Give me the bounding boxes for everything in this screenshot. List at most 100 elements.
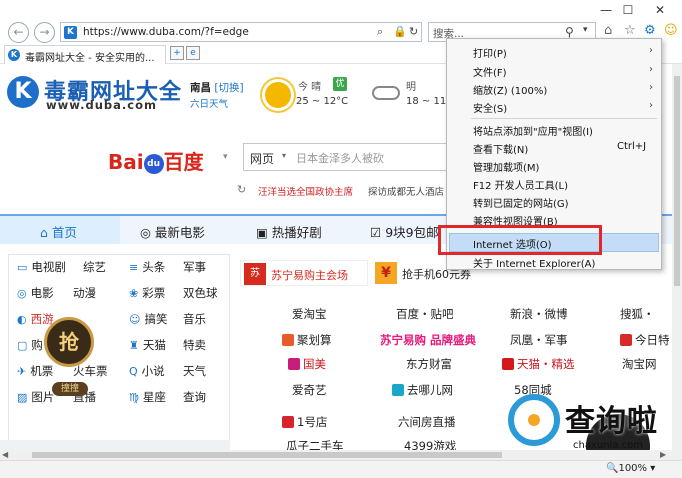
link-tv[interactable]: ▭ 电视剧	[17, 259, 66, 275]
menu-item-file[interactable]: 文件(F)	[473, 64, 507, 79]
refresh-icon[interactable]: ↻	[409, 25, 418, 38]
search-icon[interactable]: ⚲	[565, 25, 574, 39]
scroll-left-icon[interactable]: ◀	[2, 450, 8, 459]
hot-link-2[interactable]: 探访成都无人酒店	[368, 184, 444, 198]
menu-item-downloads[interactable]: 查看下载(N)	[473, 141, 528, 156]
tab-movies[interactable]: ◎ 最新电影	[140, 222, 205, 241]
minimize-button[interactable]: —	[594, 2, 618, 18]
star-icon[interactable]: ☆	[624, 23, 636, 38]
tab-duba[interactable]: K 毒霸网址大全 - 安全实用的...	[4, 45, 166, 64]
site-sohu[interactable]: 搜狐・	[620, 306, 655, 322]
site-eastmoney[interactable]: 东方财富	[406, 356, 452, 372]
promo-suning[interactable]: 苏 苏宁易购主会场	[240, 260, 368, 286]
menu-item-addons[interactable]: 管理加载项(M)	[473, 159, 539, 174]
link-train[interactable]: 火车票	[73, 363, 108, 379]
site-weibo[interactable]: 新浪・微博	[510, 306, 568, 322]
site-6rooms[interactable]: 六间房直播	[398, 414, 456, 430]
forecast-link[interactable]: 六日天气	[190, 96, 228, 110]
link-horoscope[interactable]: ♍ 星座	[129, 389, 166, 405]
ie-icon[interactable]: e	[186, 46, 200, 60]
vertical-scroll-thumb[interactable]	[674, 76, 680, 286]
link-military[interactable]: 军事	[183, 259, 206, 275]
link-headlines[interactable]: ≡ 头条	[129, 259, 165, 275]
baidu-search-input[interactable]: 网页 ▾ 日本金泽多人被砍	[243, 143, 473, 171]
link-xiyou[interactable]: ◐ 西游	[17, 311, 54, 327]
watermark-text: 查询啦	[565, 404, 658, 439]
link-variety[interactable]: 综艺	[83, 259, 106, 275]
link-lottery[interactable]: ❀ 彩票	[129, 285, 165, 301]
link-funny[interactable]: ☺ 搞笑	[129, 311, 167, 327]
new-tab-icon[interactable]: +	[170, 46, 184, 60]
home-icon[interactable]: ⌂	[604, 23, 612, 38]
site-tieba[interactable]: 百度・贴吧	[396, 306, 454, 322]
refresh-hot-icon[interactable]: ↻	[237, 183, 246, 196]
menu-item-print[interactable]: 打印(P)	[473, 45, 507, 60]
address-bar[interactable]: K https://www.duba.com/?f=edge ⌕ 🔒 ↻	[60, 22, 422, 42]
gear-icon[interactable]: ⚙	[644, 23, 656, 38]
vertical-scrollbar[interactable]	[672, 64, 682, 450]
link-tmall[interactable]: ♜ 天猫	[129, 337, 166, 353]
link-flights[interactable]: ✈ 机票	[17, 363, 53, 379]
site-yhd[interactable]: 1号店	[282, 414, 327, 430]
link-movie[interactable]: ◎ 电影	[17, 285, 54, 301]
site-aitaobao[interactable]: 爱淘宝	[292, 306, 327, 322]
baidu-paw-icon: du	[143, 153, 164, 174]
site-suning[interactable]: 苏宁易购 品牌盛典	[380, 332, 476, 348]
gome-icon	[288, 358, 300, 370]
tab-deals[interactable]: ☑ 9块9包邮	[370, 222, 439, 241]
site-toutiao[interactable]: 今日特	[620, 332, 670, 348]
site-taobao[interactable]: 淘宝网	[622, 356, 657, 372]
chevron-right-icon: ›	[649, 82, 653, 93]
chevron-right-icon: ›	[649, 64, 653, 75]
panel-footer	[0, 440, 230, 450]
menu-item-about-ie[interactable]: 关于 Internet Explorer(A)	[473, 255, 595, 270]
link-music[interactable]: 音乐	[183, 311, 206, 327]
menu-item-add-to-apps[interactable]: 将站点添加到"应用"视图(I)	[473, 123, 593, 138]
engine-select[interactable]: 网页	[250, 150, 274, 167]
baidu-dropdown-icon[interactable]: ▾	[223, 152, 228, 162]
tab-home[interactable]: ⌂ 首页	[40, 222, 77, 241]
menu-item-pinned-sites[interactable]: 转到已固定的网站(G)	[473, 195, 569, 210]
link-sale[interactable]: 特卖	[183, 337, 206, 353]
hot-link-1[interactable]: 汪洋当选全国政协主席	[258, 184, 353, 198]
aqi-badge: 优	[333, 77, 347, 91]
horizontal-scroll-thumb[interactable]	[32, 452, 502, 458]
site-ifeng[interactable]: 凤凰・军事	[510, 332, 568, 348]
link-shop[interactable]: ▢ 购	[17, 337, 43, 353]
site-4399[interactable]: 4399游戏	[404, 438, 456, 450]
link-weather[interactable]: 天气	[183, 363, 206, 379]
site-qunar[interactable]: 去哪儿网	[392, 382, 453, 398]
chevron-down-icon[interactable]: ▾	[583, 25, 588, 35]
search-dropdown-icon[interactable]: ⌕	[377, 25, 383, 39]
site-gome[interactable]: 国美	[288, 356, 326, 372]
grab-badge[interactable]: 抢	[44, 317, 94, 367]
link-images[interactable]: ▨ 图片	[17, 389, 54, 405]
link-query[interactable]: 查询	[183, 389, 206, 405]
city-switch-link[interactable]: [切换]	[214, 82, 243, 94]
site-guazi[interactable]: 瓜子二手车	[286, 438, 344, 450]
link-ssq[interactable]: 双色球	[183, 285, 218, 301]
link-anime[interactable]: 动漫	[73, 285, 96, 301]
left-category-panel: ▭ 电视剧 综艺 ≡ 头条 军事 ◎ 电影 动漫 ❀ 彩票 双色球 ◐ 西游 ☺ 搞笑 音乐…	[8, 254, 230, 450]
site-tmall[interactable]: 天猫・精选	[502, 356, 575, 372]
menu-item-devtools[interactable]: F12 开发人员工具(L)	[473, 177, 568, 192]
horizontal-scrollbar[interactable]: ◀ ▶	[0, 450, 682, 460]
scroll-right-icon[interactable]: ▶	[660, 450, 666, 459]
menu-item-zoom[interactable]: 缩放(Z) (100%)	[473, 82, 547, 97]
tab-dramas[interactable]: ▣ 热播好剧	[256, 222, 322, 241]
smiley-icon[interactable]: ☺	[664, 23, 678, 38]
site-juhuasuan[interactable]: 聚划算	[282, 332, 332, 348]
menu-item-security[interactable]: 安全(S)	[473, 100, 507, 115]
close-button[interactable]: ✕	[648, 2, 672, 18]
baidu-logo[interactable]: Bai du 百度	[108, 146, 204, 175]
zoom-level[interactable]: 🔍100% ▾	[606, 463, 655, 474]
back-button[interactable]: ←	[8, 22, 29, 43]
lock-icon[interactable]: 🔒	[393, 25, 407, 38]
address-url[interactable]: https://www.duba.com/?f=edge	[83, 26, 249, 38]
forward-button[interactable]: →	[34, 22, 55, 43]
maximize-button[interactable]: ☐	[616, 2, 640, 18]
link-novel[interactable]: Q 小说	[129, 363, 165, 379]
logo-url: www.duba.com	[46, 98, 157, 112]
duba-logo-icon[interactable]: K	[7, 76, 39, 108]
site-iqiyi[interactable]: 爱奇艺	[292, 382, 327, 398]
